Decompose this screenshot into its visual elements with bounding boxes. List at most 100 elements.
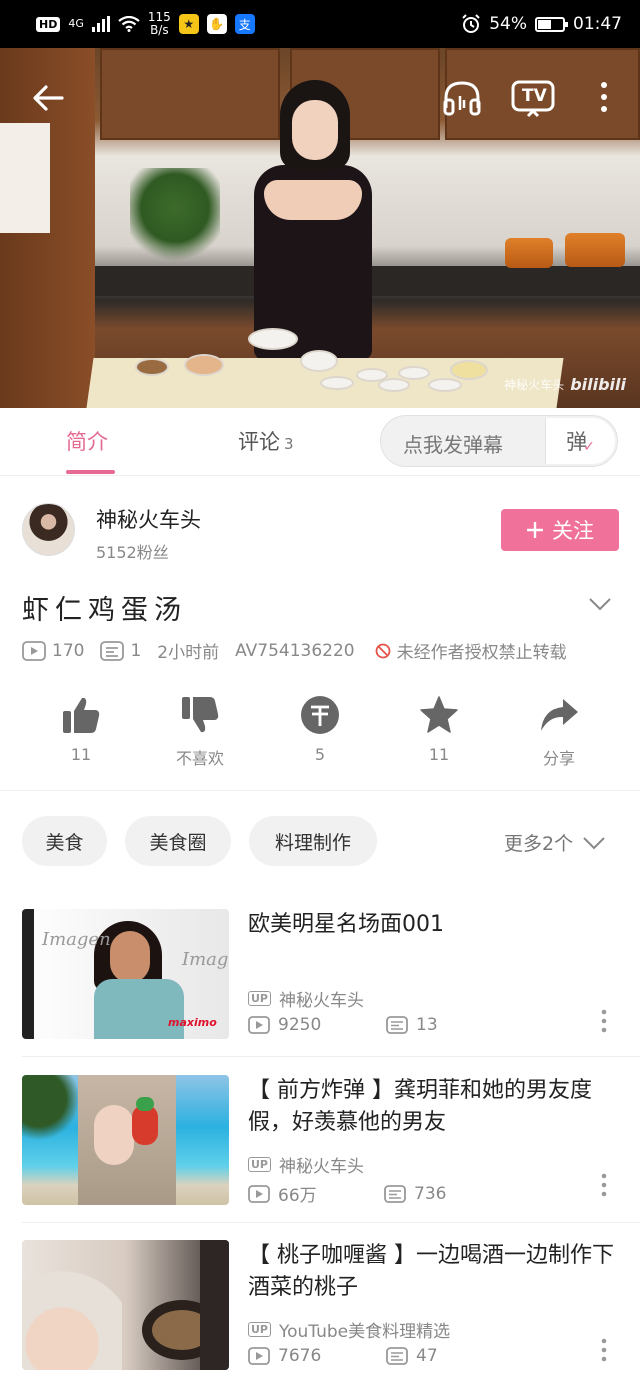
related-play-count: 7676 xyxy=(278,1346,322,1366)
uploader-name[interactable]: 神秘火车头 xyxy=(96,504,201,534)
favorite-button[interactable]: 11 xyxy=(389,695,489,764)
like-count: 11 xyxy=(70,745,92,764)
dislike-label: 不喜欢 xyxy=(175,749,224,768)
related-video-uploader: UP 神秘火车头 xyxy=(248,986,364,1011)
related-video-uploader: UP 神秘火车头 xyxy=(248,1152,364,1177)
related-more-button[interactable] xyxy=(598,1009,610,1033)
pot xyxy=(565,233,625,267)
av-number: AV754136220 xyxy=(235,640,355,661)
bowl xyxy=(248,328,298,350)
bilibili-logo: bilibili xyxy=(570,375,626,394)
dislike-button[interactable]: 不喜欢 xyxy=(150,695,250,769)
related-danmaku-count: 736 xyxy=(414,1183,447,1204)
bowl xyxy=(320,376,354,390)
coin-button[interactable]: 5 xyxy=(270,695,370,764)
wifi-icon xyxy=(118,16,140,32)
chevron-down-icon xyxy=(583,836,605,849)
bowl xyxy=(450,360,488,380)
up-badge-icon: UP xyxy=(248,991,271,1006)
pot xyxy=(505,238,553,268)
danmu-placeholder: 点我发弹幕 xyxy=(403,433,503,457)
related-play-count: 9250 xyxy=(278,1015,322,1035)
related-video-title[interactable]: 【 桃子咖喱酱 】一边喝酒一边制作下酒菜的桃子 xyxy=(248,1240,618,1304)
repost-notice: 未经作者授权禁止转载 xyxy=(375,638,567,663)
chevron-down-icon xyxy=(589,598,611,611)
related-video-item[interactable]: 【 桃子咖喱酱 】一边喝酒一边制作下酒菜的桃子 UP YouTube美食料理精选… xyxy=(0,1240,640,1386)
video-meta: 170 1 2小时前 AV754136220 未经作者授权禁止转载 xyxy=(22,638,567,663)
star-icon xyxy=(420,696,458,733)
related-video-stats: 7676 47 xyxy=(248,1346,438,1366)
tab-intro[interactable]: 简介 xyxy=(66,426,108,456)
clock: 01:47 xyxy=(573,14,622,34)
related-uploader-name: YouTube美食料理精选 xyxy=(279,1322,451,1342)
related-more-button[interactable] xyxy=(598,1338,610,1362)
list-divider xyxy=(22,1056,640,1057)
check-icon: ✓ xyxy=(583,439,595,455)
danmaku-count-icon xyxy=(386,1347,408,1365)
section-divider xyxy=(0,790,640,791)
uploader-fans: 5152粉丝 xyxy=(96,543,169,562)
signal-icon xyxy=(91,16,110,32)
expand-description-button[interactable] xyxy=(588,592,612,616)
tag-chip[interactable]: 料理制作 xyxy=(249,816,377,866)
follow-button[interactable]: 关注 xyxy=(501,509,619,551)
up-badge-icon: UP xyxy=(248,1322,271,1337)
more-tags-button[interactable]: 更多2个 xyxy=(504,829,605,856)
share-button[interactable]: 分享 xyxy=(509,695,609,769)
battery-icon xyxy=(535,16,568,32)
related-video-thumbnail[interactable] xyxy=(22,1240,229,1370)
like-button[interactable]: 11 xyxy=(31,695,131,764)
play-count-icon xyxy=(248,1016,270,1034)
related-video-stats: 9250 13 xyxy=(248,1015,438,1035)
network-type: 4G xyxy=(68,17,84,30)
related-video-item[interactable]: Imagen Imagen maximo 欧美明星名场面001 UP 神秘火车头… xyxy=(0,909,640,1059)
headphones-icon xyxy=(443,81,481,116)
related-video-title[interactable]: 欧美明星名场面001 xyxy=(248,909,618,941)
related-video-title[interactable]: 【 前方炸弹 】龚玥菲和她的男友度假，好羡慕他的男友 xyxy=(248,1075,618,1139)
video-person xyxy=(232,80,392,360)
related-danmaku-count: 47 xyxy=(416,1346,438,1366)
more-vertical-icon xyxy=(601,1173,607,1197)
danmaku-count: 1 xyxy=(130,640,142,661)
publish-time: 2小时前 xyxy=(157,643,220,663)
tag-chip[interactable]: 美食圈 xyxy=(125,816,231,866)
prohibited-icon xyxy=(375,643,391,658)
uploader-avatar[interactable] xyxy=(22,503,75,556)
video-watermark: 神秘火车头 bilibili xyxy=(504,375,626,394)
related-more-button[interactable] xyxy=(598,1173,610,1197)
tag-chip[interactable]: 美食 xyxy=(22,816,107,866)
danmaku-count-icon xyxy=(384,1184,406,1203)
more-options-button[interactable] xyxy=(594,78,614,118)
network-speed: 115 B/s xyxy=(148,11,171,37)
cast-tv-button[interactable]: TV xyxy=(510,78,556,118)
more-vertical-icon xyxy=(601,82,607,112)
follow-label: 关注 xyxy=(552,519,594,543)
tv-label: TV xyxy=(522,86,547,106)
related-video-stats: 66万 736 xyxy=(248,1181,446,1206)
plus-icon xyxy=(527,522,543,538)
watermark-name: 神秘火车头 xyxy=(504,378,565,392)
bowl xyxy=(300,350,338,372)
audio-mode-button[interactable] xyxy=(441,78,483,118)
related-play-count: 66万 xyxy=(278,1186,317,1206)
danmu-input[interactable]: 点我发弹幕 弹 ✓ xyxy=(380,415,618,467)
tab-comments-label: 评论 xyxy=(238,430,280,454)
play-count-icon xyxy=(22,640,46,661)
play-count: 170 xyxy=(52,640,85,661)
back-button[interactable] xyxy=(30,80,70,116)
tab-comments[interactable]: 评论 3 xyxy=(238,426,294,456)
up-badge-icon: UP xyxy=(248,1157,271,1172)
tab-active-indicator xyxy=(66,470,115,474)
more-vertical-icon xyxy=(601,1338,607,1362)
speed-unit: B/s xyxy=(150,23,169,37)
related-video-thumbnail[interactable] xyxy=(22,1075,229,1205)
comments-count: 3 xyxy=(284,435,294,453)
thumbs-up-icon xyxy=(63,697,100,733)
video-title: 虾仁鸡蛋汤 xyxy=(22,595,187,626)
bowl xyxy=(184,354,224,376)
share-icon xyxy=(541,699,578,731)
related-video-item[interactable]: 【 前方炸弹 】龚玥菲和她的男友度假，好羡慕他的男友 UP 神秘火车头 66万 … xyxy=(0,1075,640,1225)
related-video-thumbnail[interactable]: Imagen Imagen maximo xyxy=(22,909,229,1039)
more-tags-label: 更多2个 xyxy=(504,833,574,855)
danmu-toggle-button[interactable]: 弹 ✓ xyxy=(545,418,615,464)
